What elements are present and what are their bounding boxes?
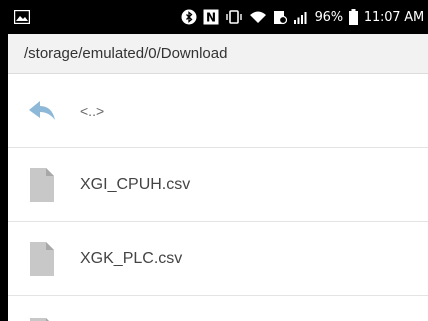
path-bar: /storage/emulated/0/Download xyxy=(8,34,428,74)
file-icon xyxy=(26,165,58,205)
data-saver-icon xyxy=(273,9,287,25)
list-item-parent-directory[interactable]: <..> xyxy=(8,74,428,148)
list-item-file[interactable]: XGK_PLC.csv xyxy=(8,222,428,296)
status-bar: N 96% 11:07 AM xyxy=(0,0,428,34)
picture-icon xyxy=(13,9,31,25)
list-item-partial[interactable] xyxy=(8,296,428,321)
list-item-label: XGI_CPUH.csv xyxy=(80,175,191,193)
file-icon xyxy=(26,239,58,279)
bluetooth-icon xyxy=(181,9,197,25)
battery-icon xyxy=(348,9,358,25)
back-arrow-icon xyxy=(26,91,58,131)
file-list: <..> XGI_CPUH.csv XGK_PLC.csv xyxy=(8,74,428,321)
status-icons: N 96% 11:07 AM xyxy=(181,0,424,34)
file-icon xyxy=(29,314,55,321)
frame-edge xyxy=(0,0,8,321)
list-item-label: <..> xyxy=(80,102,105,119)
clock: 11:07 AM xyxy=(363,9,424,25)
wifi-icon xyxy=(249,10,267,24)
vibrate-icon xyxy=(225,10,243,24)
nfc-icon: N xyxy=(203,9,219,25)
list-item-label: XGK_PLC.csv xyxy=(80,249,183,267)
battery-percent: 96% xyxy=(314,9,343,25)
list-item-file[interactable]: XGI_CPUH.csv xyxy=(8,148,428,222)
svg-text:N: N xyxy=(206,11,216,25)
screen: N 96% 11:07 AM /storage/emulated/0/Downl… xyxy=(0,0,428,321)
signal-icon xyxy=(293,10,309,24)
current-path: /storage/emulated/0/Download xyxy=(24,45,228,62)
